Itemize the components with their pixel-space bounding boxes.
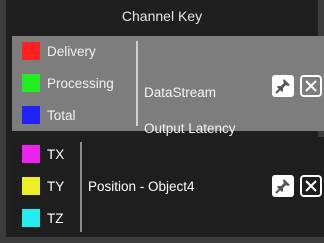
color-swatch — [22, 209, 40, 227]
color-swatch — [22, 145, 40, 163]
divider — [136, 41, 138, 126]
legend-label: Delivery — [47, 43, 96, 59]
channel-key-panel: Channel Key Delivery Processing Total Da… — [0, 0, 324, 243]
divider — [80, 142, 82, 232]
channel-group-datastream: Delivery Processing Total DataStream Out… — [12, 36, 324, 136]
legend-item-ty: TY — [22, 177, 64, 195]
color-swatch — [22, 74, 40, 92]
close-button[interactable] — [300, 175, 322, 197]
legend-item-delivery: Delivery — [22, 42, 96, 60]
color-swatch — [22, 177, 40, 195]
legend-label: TX — [47, 146, 65, 162]
pin-icon — [275, 179, 290, 194]
legend-item-tz: TZ — [22, 209, 64, 227]
legend-label: TY — [47, 178, 65, 194]
color-swatch — [22, 42, 40, 60]
channel-name-line1: DataStream — [144, 85, 217, 100]
legend-item-total: Total — [22, 106, 76, 124]
legend: Delivery Processing Total — [12, 36, 136, 131]
panel-title: Channel Key — [121, 8, 203, 24]
color-swatch — [22, 106, 40, 124]
legend-label: TZ — [47, 210, 64, 226]
legend-item-processing: Processing — [22, 74, 114, 92]
pin-icon — [275, 79, 290, 94]
legend-label: Total — [47, 107, 76, 123]
close-icon — [305, 80, 317, 92]
legend-label: Processing — [47, 75, 114, 91]
legend-item-tx: TX — [22, 145, 64, 163]
channel-name-line2: Output Latency — [144, 121, 236, 136]
pin-button[interactable] — [272, 75, 294, 97]
legend: TX TY TZ — [12, 137, 82, 237]
channel-group-position: TX TY TZ Position - Object4 — [12, 137, 324, 237]
close-icon — [305, 180, 317, 192]
pin-button[interactable] — [272, 175, 294, 197]
channel-name: Position - Object4 — [88, 179, 195, 194]
close-button[interactable] — [300, 75, 322, 97]
